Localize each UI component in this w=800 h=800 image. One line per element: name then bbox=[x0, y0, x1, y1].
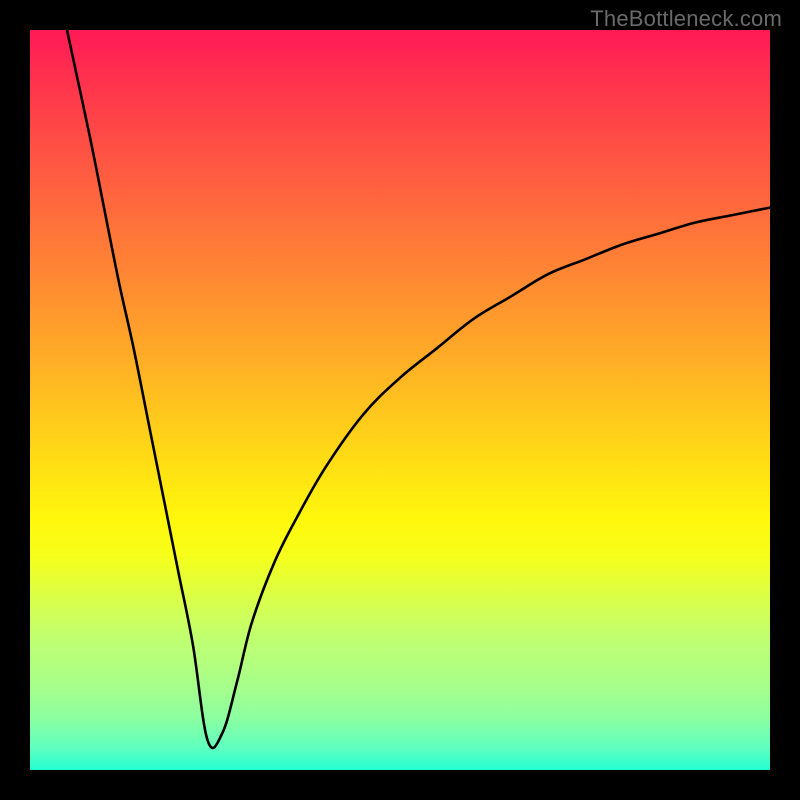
watermark-label: TheBottleneck.com bbox=[590, 6, 782, 32]
bead bbox=[185, 672, 188, 684]
bead bbox=[247, 646, 250, 658]
chart-frame: TheBottleneck.com bbox=[0, 0, 800, 800]
bead bbox=[180, 653, 183, 665]
bead bbox=[140, 513, 144, 524]
bead bbox=[191, 694, 194, 706]
bead bbox=[148, 535, 152, 546]
bead bbox=[161, 576, 165, 587]
bead bbox=[168, 598, 171, 610]
curve-layer bbox=[30, 30, 770, 770]
bottleneck-curve bbox=[67, 30, 770, 748]
bead bbox=[133, 492, 137, 503]
bead bbox=[175, 627, 178, 639]
highlight-beads-left bbox=[133, 492, 225, 744]
bead bbox=[154, 553, 158, 564]
bead bbox=[205, 743, 217, 744]
